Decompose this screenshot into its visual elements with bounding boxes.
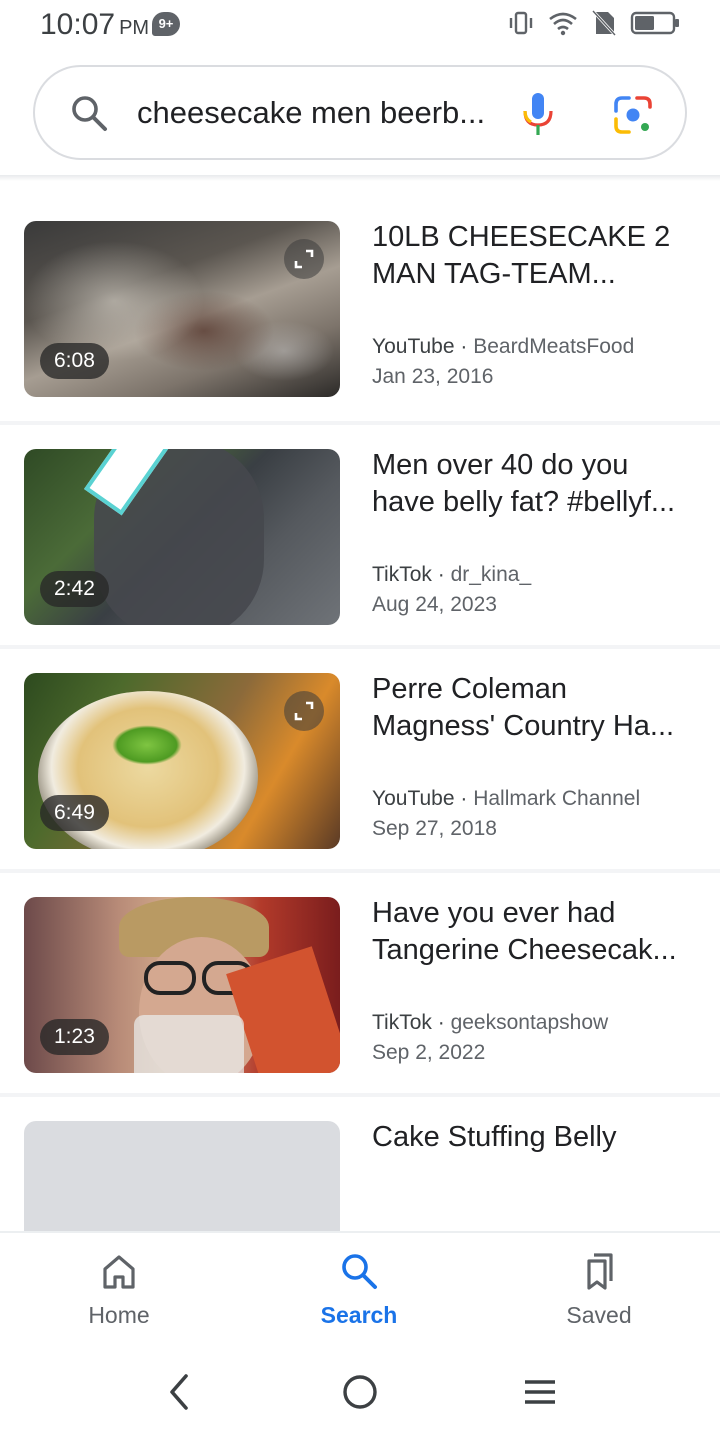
video-channel: dr_kina_ <box>450 563 532 586</box>
status-icons <box>508 9 680 41</box>
search-icon[interactable] <box>69 93 109 138</box>
video-source-line: YouTube · BeardMeatsFood <box>372 335 635 358</box>
video-title[interactable]: Men over 40 do you have belly fat? #bell… <box>372 447 692 521</box>
video-thumbnail[interactable]: 2:42 <box>24 449 340 625</box>
wifi-icon <box>548 10 578 41</box>
video-thumbnail[interactable]: 6:08 <box>24 221 340 397</box>
video-channel: geeksontapshow <box>450 1011 609 1034</box>
no-sim-icon <box>591 9 617 41</box>
home-circle-icon[interactable] <box>340 1372 380 1417</box>
video-results-list: 6:08 10LB CHEESECAKE 2 MAN TAG-TEAM... Y… <box>0 197 720 1321</box>
header-divider <box>0 175 720 181</box>
home-icon <box>103 1255 135 1289</box>
status-time-ampm: PM <box>119 17 150 39</box>
video-title[interactable]: Perre Coleman Magness' Country Ha... <box>372 671 692 745</box>
video-channel: Hallmark Channel <box>473 787 641 810</box>
video-thumbnail[interactable]: 6:49 <box>24 673 340 849</box>
video-source-line: YouTube · Hallmark Channel <box>372 787 641 810</box>
video-source-line: TikTok · dr_kina_ <box>372 563 532 586</box>
expand-icon[interactable] <box>284 239 324 279</box>
search-icon <box>342 1254 377 1289</box>
video-title[interactable]: Cake Stuffing Belly <box>372 1119 692 1156</box>
video-date: Sep 2, 2022 <box>372 1041 486 1064</box>
video-result[interactable]: 1:23 Have you ever had Tangerine Cheesec… <box>0 869 720 1093</box>
video-result[interactable]: 6:49 Perre Coleman Magness' Country Ha..… <box>0 645 720 869</box>
status-time: 10:07 PM <box>40 8 149 42</box>
video-source: YouTube <box>372 787 455 810</box>
system-nav-bar <box>0 1350 720 1440</box>
nav-item-saved[interactable]: Saved <box>519 1251 679 1329</box>
recents-icon[interactable] <box>520 1372 560 1417</box>
bookmarks-icon <box>587 1253 613 1290</box>
expand-icon[interactable] <box>284 691 324 731</box>
video-duration: 6:08 <box>40 343 109 379</box>
battery-icon <box>630 10 680 41</box>
nav-item-search[interactable]: Search <box>279 1251 439 1329</box>
video-title[interactable]: 10LB CHEESECAKE 2 MAN TAG-TEAM... <box>372 219 692 293</box>
video-source-line: TikTok · geeksontapshow <box>372 1011 609 1034</box>
vibrate-icon <box>508 10 534 41</box>
video-source: TikTok <box>372 563 432 586</box>
video-result[interactable]: 6:08 10LB CHEESECAKE 2 MAN TAG-TEAM... Y… <box>0 197 720 421</box>
video-channel: BeardMeatsFood <box>473 335 635 358</box>
video-date: Sep 27, 2018 <box>372 817 497 840</box>
video-date: Aug 24, 2023 <box>372 593 497 616</box>
nav-label-search: Search <box>320 1302 398 1328</box>
microphone-icon[interactable] <box>521 91 555 142</box>
search-bar[interactable]: cheesecake men beerb... <box>33 65 687 160</box>
video-date: Jan 23, 2016 <box>372 365 494 388</box>
back-icon[interactable] <box>160 1372 200 1417</box>
search-input[interactable]: cheesecake men beerb... <box>137 95 485 131</box>
video-source: YouTube <box>372 335 455 358</box>
video-result[interactable]: 2:42 Men over 40 do you have belly fat? … <box>0 421 720 645</box>
bottom-nav: Home Search Saved <box>0 1231 720 1349</box>
video-title[interactable]: Have you ever had Tangerine Cheesecak... <box>372 895 692 969</box>
video-duration: 2:42 <box>40 571 109 607</box>
status-time-value: 10:07 <box>40 8 116 41</box>
status-bar: 10:07 PM 9+ <box>0 0 720 52</box>
nav-label-saved: Saved <box>566 1302 632 1328</box>
video-duration: 6:49 <box>40 795 109 831</box>
video-thumbnail[interactable]: 1:23 <box>24 897 340 1073</box>
google-lens-icon[interactable] <box>613 95 653 140</box>
video-duration: 1:23 <box>40 1019 109 1055</box>
nav-label-home: Home <box>88 1302 150 1328</box>
nav-item-home[interactable]: Home <box>39 1251 199 1329</box>
video-source: TikTok <box>372 1011 432 1034</box>
notification-badge: 9+ <box>152 12 180 36</box>
